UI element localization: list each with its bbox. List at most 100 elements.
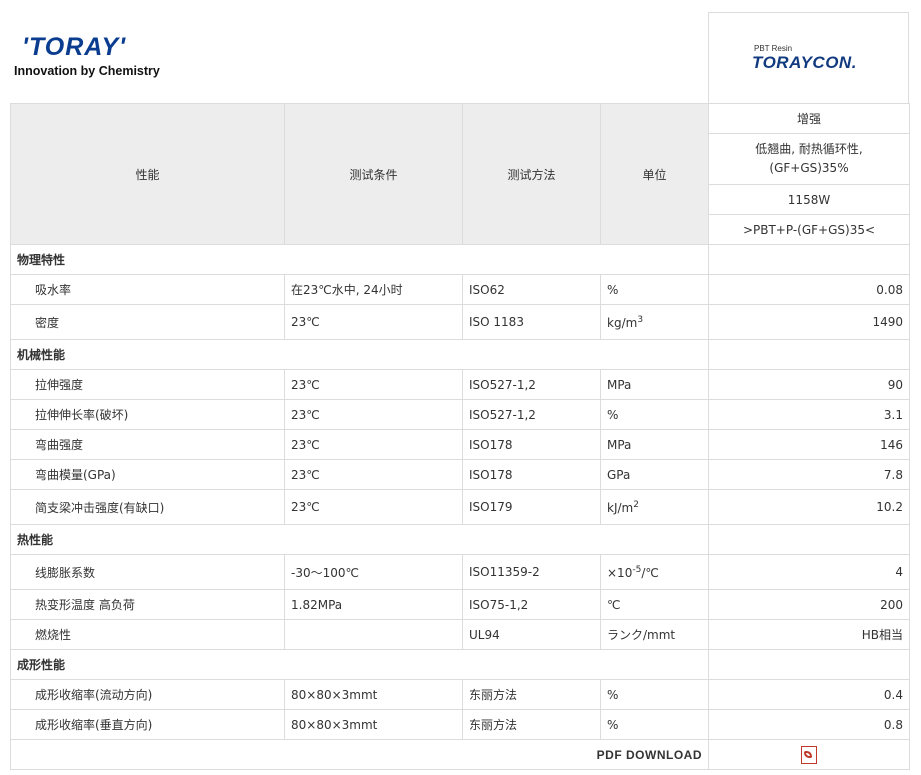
test-condition: 23℃ [284, 304, 463, 340]
table-row: 密度 23℃ ISO 1183 kg/m3 1490 [10, 304, 910, 340]
test-method: ISO179 [462, 489, 601, 525]
test-method: 东丽方法 [462, 679, 601, 710]
unit-base: kg/m [607, 315, 638, 330]
test-method: ISO 1183 [462, 304, 601, 340]
unit: ×10-5/℃ [600, 554, 709, 590]
section-title: 物理特性 [10, 244, 709, 275]
test-condition: -30～100℃ [284, 554, 463, 590]
pdf-download-cell[interactable] [708, 739, 910, 770]
property-name: 简支梁冲击强度(有缺口) [10, 489, 285, 525]
column-header-property: 性能 [10, 103, 285, 245]
unit: ℃ [600, 589, 709, 620]
property-name: 拉伸伸长率(破坏) [10, 399, 285, 430]
product-composition: >PBT+P-(GF+GS)35< [708, 214, 910, 245]
property-value: 1490 [708, 304, 910, 340]
property-value: HB相当 [708, 619, 910, 650]
test-condition: 23℃ [284, 399, 463, 430]
unit-base: GPa [607, 468, 631, 482]
section-title: 机械性能 [10, 339, 709, 370]
product-feature: 低翘曲, 耐热循环性, (GF+GS)35% [708, 133, 910, 185]
unit-base: % [607, 283, 619, 297]
unit-base: ℃ [607, 598, 621, 612]
test-method: 东丽方法 [462, 709, 601, 740]
table-row: 弯曲模量(GPa) 23℃ ISO178 GPa 7.8 [10, 459, 910, 490]
test-method: ISO62 [462, 274, 601, 305]
test-method: ISO178 [462, 429, 601, 460]
pdf-icon[interactable] [801, 745, 817, 764]
table-row: 拉伸伸长率(破坏) 23℃ ISO527-1,2% 3.1 [10, 399, 910, 430]
property-name: 弯曲模量(GPa) [10, 459, 285, 490]
table-row: 线膨胀系数 -30～100℃ ISO11359-2 ×10-5/℃ 4 [10, 554, 910, 590]
property-name: 线膨胀系数 [10, 554, 285, 590]
section-header: 成形性能 [10, 649, 910, 680]
product-grade: 1158W [708, 184, 910, 215]
property-name: 热变形温度 高负荷 [10, 589, 285, 620]
table-row: 成形收缩率(流动方向) 80×80×3mmt 东丽方法% 0.4 [10, 679, 910, 710]
table-row: 弯曲强度 23℃ ISO178 MPa 146 [10, 429, 910, 460]
property-name: 拉伸强度 [10, 369, 285, 400]
section-header: 机械性能 [10, 339, 910, 370]
unit-base: kJ/m [607, 500, 634, 515]
property-name: 成形收缩率(流动方向) [10, 679, 285, 710]
unit-exponent: 2 [633, 499, 639, 510]
unit-exponent: -5 [632, 564, 642, 575]
test-condition: 80×80×3mmt [284, 709, 463, 740]
property-name: 密度 [10, 304, 285, 340]
property-value: 0.8 [708, 709, 910, 740]
company-tagline: Innovation by Chemistry [14, 64, 160, 78]
column-header-condition: 测试条件 [284, 103, 463, 245]
section-value-cell [708, 649, 910, 680]
spec-table: 性能 测试条件 测试方法 单位 增强 低翘曲, 耐热循环性, (GF+GS)35… [10, 103, 910, 770]
section-title: 成形性能 [10, 649, 709, 680]
property-name: 燃烧性 [10, 619, 285, 650]
table-row: 热变形温度 高负荷 1.82MPa ISO75-1,2 ℃ 200 [10, 589, 910, 620]
section-title: 热性能 [10, 524, 709, 555]
unit-base: % [607, 688, 619, 702]
product-grade-type: 增强 [708, 103, 910, 134]
unit-base: MPa [607, 438, 632, 452]
unit: MPa [600, 369, 709, 400]
property-value: 0.08 [708, 274, 910, 305]
unit-base: MPa [607, 378, 632, 392]
test-condition: 1.82MPa [284, 589, 463, 620]
test-condition: 23℃ [284, 429, 463, 460]
property-value: 146 [708, 429, 910, 460]
test-method: ISO11359-2 [462, 554, 601, 590]
property-name: 吸水率 [10, 274, 285, 305]
property-name: 弯曲强度 [10, 429, 285, 460]
unit: kg/m3 [600, 304, 709, 340]
table-row: 燃烧性 UL94 ランク/mmt HB相当 [10, 619, 910, 650]
property-value: 200 [708, 589, 910, 620]
table-row: 成形收缩率(垂直方向) 80×80×3mmt 东丽方法% 0.8 [10, 709, 910, 740]
property-name: 成形收缩率(垂直方向) [10, 709, 285, 740]
test-method: ISO527-1,2 [462, 399, 601, 430]
test-method: UL94 [462, 619, 601, 650]
pdf-download-link[interactable]: PDF DOWNLOAD [10, 739, 709, 770]
unit-suffix: /℃ [641, 565, 659, 580]
property-value: 7.8 [708, 459, 910, 490]
test-method: ISO527-1,2 [462, 369, 601, 400]
unit: kJ/m2 [600, 489, 709, 525]
test-condition: 23℃ [284, 459, 463, 490]
table-row: 吸水率 在23℃水中, 24小时 ISO62% 0.08 [10, 274, 910, 305]
unit-base: % [607, 718, 619, 732]
property-value: 3.1 [708, 399, 910, 430]
section-value-cell [708, 244, 910, 275]
test-condition: 23℃ [284, 369, 463, 400]
test-condition: 80×80×3mmt [284, 679, 463, 710]
property-value: 4 [708, 554, 910, 590]
unit: MPa [600, 429, 709, 460]
property-value: 0.4 [708, 679, 910, 710]
unit: % [600, 274, 709, 305]
brand-name: TORAYCON. [752, 53, 857, 72]
property-value: 90 [708, 369, 910, 400]
table-row: 简支梁冲击强度(有缺口) 23℃ ISO179 kJ/m2 10.2 [10, 489, 910, 525]
unit: ランク/mmt [600, 619, 709, 650]
unit-exponent: 3 [637, 314, 644, 325]
section-value-cell [708, 524, 910, 555]
unit: % [600, 709, 709, 740]
test-condition: 在23℃水中, 24小时 [284, 274, 463, 305]
unit-base: ランク/mmt [607, 628, 676, 642]
property-value: 10.2 [708, 489, 910, 525]
column-header-method: 测试方法 [462, 103, 601, 245]
